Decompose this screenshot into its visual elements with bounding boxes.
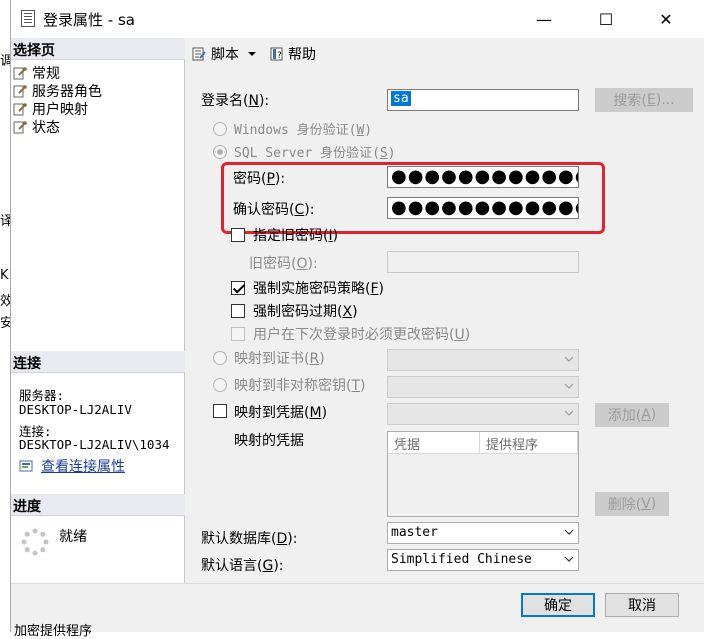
must-change-label: 用户在下次登录时必须更改密码(U) [253,327,471,343]
background-fragment: K [0,268,9,283]
wrench-page-icon [13,102,27,116]
enforce-policy-label: 强制实施密码策略(F) [253,281,384,297]
page-status[interactable]: 状态 [13,118,60,136]
page-general[interactable]: 常规 [13,64,60,82]
default-language-value: Simplified Chinese [391,552,532,567]
script-label: 脚本 [211,47,239,63]
close-button[interactable]: ✕ [643,0,689,38]
map-certificate-label: 映射到证书(R) [234,351,325,367]
background-window-strip [0,36,10,632]
left-panel: 选择页 常规 服务器角色 用户映射 状态 连接 服务器: DESKTOP-LJ2… [11,38,185,583]
progress-header: 进度 [11,494,185,516]
grid-header-provider: 提供程序 [480,432,578,454]
script-button[interactable]: 脚本 [191,44,257,64]
default-database-value: master [391,525,438,540]
enforce-expiration-label: 强制密码过期(X) [253,304,358,320]
page-label: 常规 [32,66,60,82]
enforce-policy-checkbox[interactable] [231,281,245,295]
connection-header: 连接 [11,351,185,373]
specify-old-password-checkbox[interactable] [231,228,245,242]
specify-old-password-label: 指定旧密码(I) [253,228,339,244]
page-label: 用户映射 [32,102,88,118]
sql-auth-radio[interactable] [213,145,227,159]
map-certificate-radio[interactable] [213,351,227,365]
chevron-down-icon [564,556,574,562]
toolbar: 脚本 ? 帮助 [185,38,704,68]
general-page-content: 登录名(N): sa 搜索(E)... Windows 身份验证(W) SQL … [185,68,704,583]
map-credential-label: 映射到凭据(M) [234,405,328,421]
title-bar: 登录属性 - sa — ☐ ✕ [11,0,704,38]
select-page-header: 选择页 [11,38,185,60]
old-password-label: 旧密码(O): [249,256,318,272]
map-asymmetric-key-label: 映射到非对称密钥(T) [234,378,366,394]
mapped-credentials-label: 映射的凭据 [234,433,304,449]
page-label: 状态 [32,120,60,136]
script-icon [192,47,206,61]
page-icon [21,10,35,27]
sql-auth-label: SQL Server 身份验证(S) [234,146,396,161]
credential-select[interactable] [387,403,579,425]
highlight-annotation [221,162,605,234]
background-fragment: 加密提供程序 [14,624,93,639]
default-language-select[interactable]: Simplified Chinese [387,549,579,571]
map-credential-checkbox[interactable] [213,404,227,418]
default-database-select[interactable]: master [387,522,579,544]
enforce-expiration-checkbox[interactable] [231,304,245,318]
login-name-label: 登录名(N): [201,93,270,109]
wrench-page-icon [13,66,27,80]
chevron-down-icon [564,356,574,362]
chevron-down-icon [564,410,574,416]
page-user-mapping[interactable]: 用户映射 [13,100,88,118]
windows-auth-radio[interactable] [213,122,227,136]
window-title: 登录属性 - sa [43,11,135,29]
dialog-footer: 确定 取消 [11,583,704,632]
connection-value: DESKTOP-LJ2ALIV\1034 [19,437,170,452]
windows-auth-label: Windows 身份验证(W) [234,123,373,138]
mapped-credentials-grid[interactable]: 凭据 提供程序 [387,431,579,517]
dropdown-arrow-icon [248,52,256,56]
progress-spinner-icon [21,528,49,556]
wrench-page-icon [13,120,27,134]
must-change-checkbox[interactable] [231,327,245,341]
link-label: 查看连接属性 [41,459,125,475]
add-credential-button[interactable]: 添加(A) [595,403,669,427]
login-name-input[interactable]: sa [387,89,579,111]
login-name-value: sa [391,91,411,106]
progress-status: 就绪 [59,529,87,545]
wrench-page-icon [13,84,27,98]
view-connection-properties-link[interactable]: 查看连接属性 [19,456,125,476]
login-properties-dialog: 登录属性 - sa — ☐ ✕ 选择页 常规 服务器角色 用户映射 状态 连接 … [10,0,704,632]
default-database-label: 默认数据库(D): [201,531,298,547]
default-language-label: 默认语言(G): [201,558,284,574]
cancel-button[interactable]: 取消 [605,593,679,617]
grid-header-credential: 凭据 [388,432,480,454]
chevron-down-icon [564,529,574,535]
maximize-button[interactable]: ☐ [583,0,629,38]
page-server-roles[interactable]: 服务器角色 [13,82,102,100]
certificate-select[interactable] [387,349,579,371]
help-button[interactable]: ? 帮助 [269,44,316,64]
help-book-icon: ? [270,47,283,61]
ok-button[interactable]: 确定 [521,593,595,617]
chevron-down-icon [564,383,574,389]
minimize-button[interactable]: — [521,0,567,38]
old-password-input[interactable] [387,251,579,273]
svg-text:?: ? [277,51,282,61]
page-label: 服务器角色 [32,84,102,100]
help-label: 帮助 [288,47,316,63]
properties-icon [19,460,33,472]
remove-credential-button[interactable]: 删除(V) [595,492,669,516]
map-asymmetric-key-radio[interactable] [213,378,227,392]
asymmetric-key-select[interactable] [387,376,579,398]
search-button[interactable]: 搜索(E)... [595,88,693,112]
server-value: DESKTOP-LJ2ALIV [19,402,132,417]
